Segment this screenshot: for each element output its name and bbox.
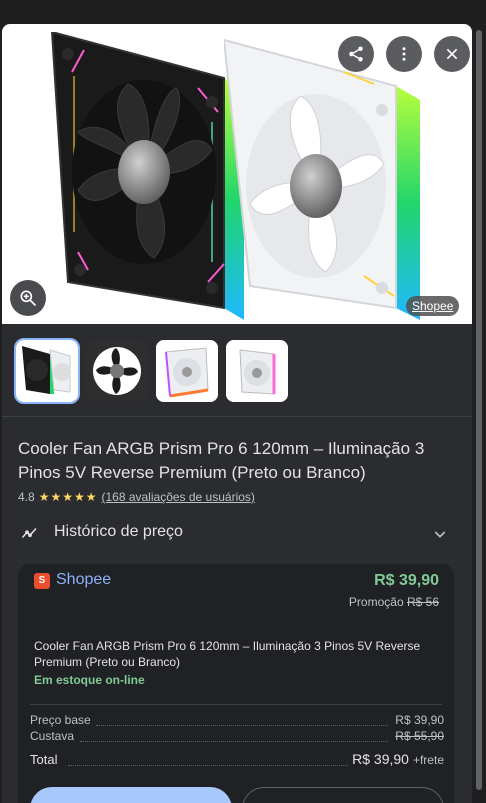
total-value-line: R$ 39,90 +frete	[352, 751, 444, 767]
seller-name[interactable]: Shopee	[56, 571, 111, 589]
promo-line: Promoção R$ 56	[349, 595, 439, 609]
offer-card: S Shopee R$ 39,90 Promoção R$ 56 Cooler …	[18, 564, 454, 803]
freight-note: +frete	[412, 753, 444, 767]
divider	[2, 416, 472, 417]
product-title: Cooler Fan ARGB Prism Pro 6 120mm – Ilum…	[18, 439, 425, 482]
base-price-leader	[96, 725, 388, 726]
base-price-label: Preço base	[30, 713, 91, 727]
more-options-button[interactable]	[386, 36, 422, 72]
offer-price: R$ 39,90	[374, 572, 439, 589]
thumbnail-strip	[14, 338, 288, 404]
show-details-button[interactable]: Mostrar detalhes	[242, 787, 444, 803]
reviews-link[interactable]: (168 avaliações de usuários)	[101, 490, 254, 504]
rating-stars: ★★★★★	[38, 490, 98, 504]
thumbnail-2[interactable]	[86, 340, 148, 402]
promo-old-price: R$ 56	[406, 595, 439, 609]
promo-label: Promoção	[348, 595, 404, 609]
visit-site-button[interactable]: Visitar o site	[30, 787, 232, 803]
scrollbar-thumb[interactable]	[476, 30, 482, 790]
thumbnail-4[interactable]	[226, 340, 288, 402]
share-icon	[349, 46, 363, 62]
base-price-value: R$ 39,90	[395, 713, 444, 727]
trending-icon	[21, 528, 37, 538]
zoom-in-icon	[20, 290, 37, 307]
chevron-down-icon	[434, 531, 446, 538]
original-price-value: R$ 55,90	[395, 729, 444, 743]
fan-white-image	[224, 38, 420, 320]
stock-status: Em estoque on-line	[34, 673, 145, 687]
total-value: R$ 39,90	[352, 751, 409, 767]
thumbnail-3-image	[156, 340, 218, 402]
shopee-logo-icon: S	[34, 573, 50, 589]
thumbnail-3[interactable]	[156, 340, 218, 402]
offer-description: Cooler Fan ARGB Prism Pro 6 120mm – Ilum…	[34, 639, 421, 669]
price-history-toggle[interactable]: Histórico de preço	[2, 516, 472, 550]
thumbnail-1[interactable]	[14, 338, 80, 404]
thumbnail-4-image	[226, 340, 288, 402]
product-image[interactable]: Shopee	[2, 24, 472, 324]
thumbnail-2-image	[86, 340, 148, 402]
rating-value: 4.8	[18, 490, 35, 504]
more-vert-icon	[402, 47, 406, 61]
rating-row: 4.8 ★★★★★ (168 avaliações de usuários)	[18, 490, 255, 504]
total-label: Total	[30, 752, 58, 767]
product-panel: Shopee Cooler Fan ARGB Prism Pro 6 120mm…	[2, 24, 472, 803]
offer-divider	[30, 704, 442, 705]
close-button[interactable]	[434, 36, 470, 72]
zoom-button[interactable]	[10, 280, 46, 316]
total-leader	[68, 765, 348, 766]
original-price-label: Custava	[30, 729, 75, 743]
price-history-label: Histórico de preço	[54, 523, 183, 540]
thumbnail-1-image	[16, 340, 78, 402]
share-button[interactable]	[338, 36, 374, 72]
close-icon	[446, 48, 458, 60]
source-badge[interactable]: Shopee	[406, 296, 460, 316]
original-price-leader	[80, 741, 388, 742]
